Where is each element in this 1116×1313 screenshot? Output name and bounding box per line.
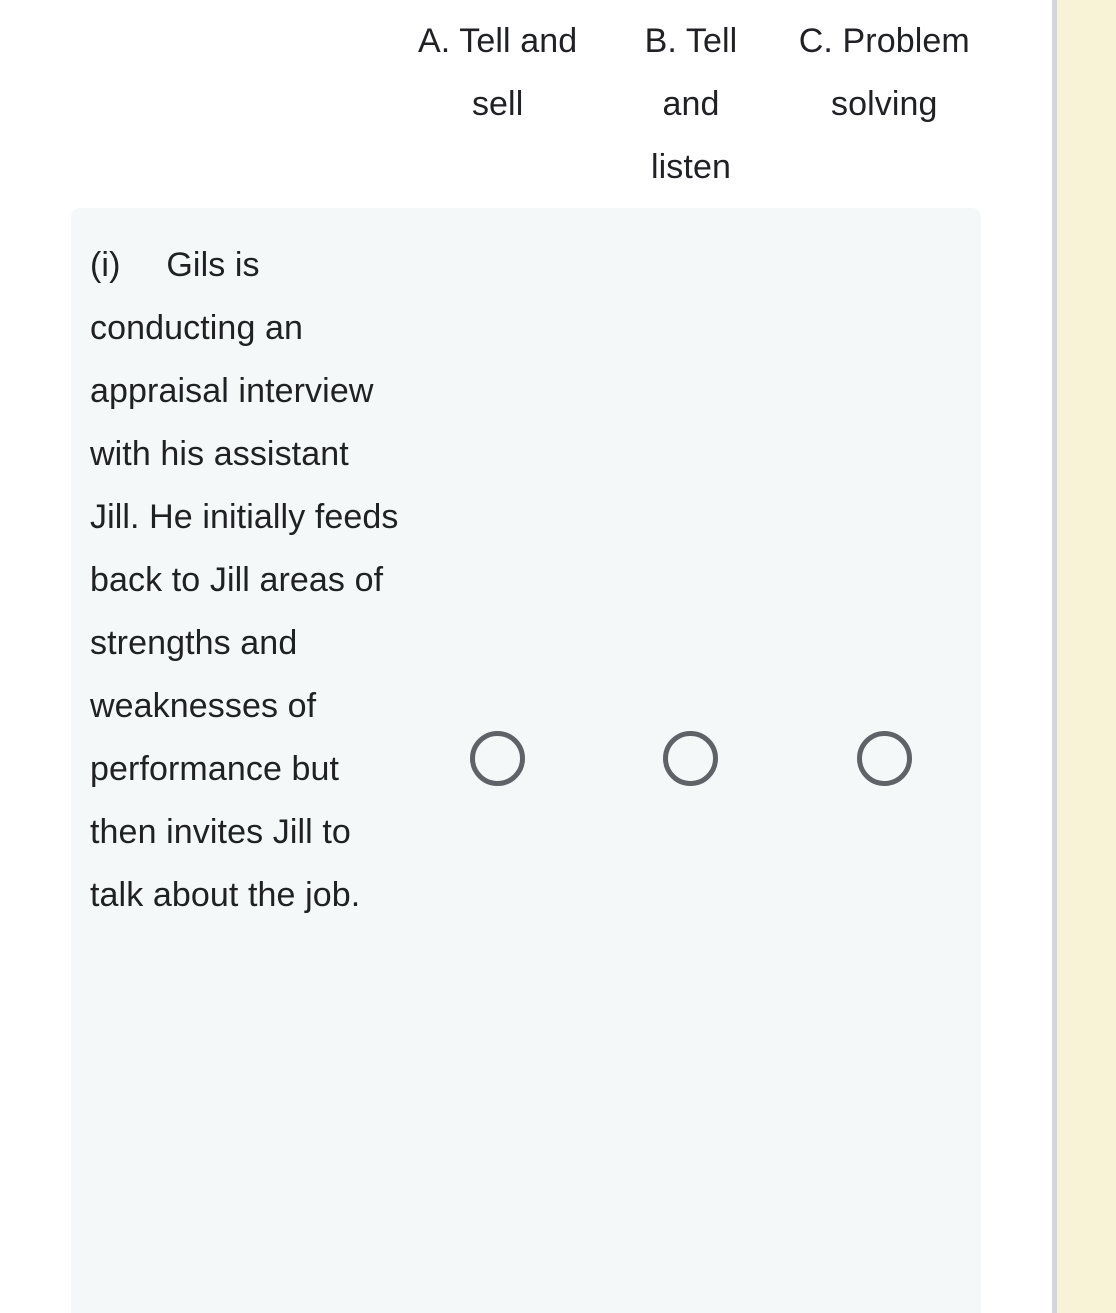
- form-grid-screen: A. Tell and sell B. Tell and listen C. P…: [0, 0, 1116, 1313]
- grid-option-cell-a[interactable]: [401, 208, 594, 1313]
- grid-column-header-c: C. Problem solving: [788, 0, 981, 136]
- grid-option-cell-c[interactable]: [788, 208, 981, 1313]
- column-header-label-b: B. Tell and listen: [644, 22, 738, 186]
- grid-content-area: A. Tell and sell B. Tell and listen C. P…: [0, 0, 1052, 1313]
- radio-button-b[interactable]: [663, 731, 719, 786]
- grid-column-header-row: A. Tell and sell B. Tell and listen C. P…: [71, 0, 981, 208]
- grid-row-i: (i) Gils is conducting an appraisal inte…: [71, 208, 981, 1313]
- grid-option-cell-b[interactable]: [594, 208, 787, 1313]
- grid-column-header-b: B. Tell and listen: [594, 0, 787, 199]
- column-header-label-c: C. Problem solving: [798, 22, 970, 123]
- grid-row-label-text: (i) Gils is conducting an appraisal inte…: [90, 246, 409, 914]
- grid-row-label-cell: (i) Gils is conducting an appraisal inte…: [71, 208, 401, 1313]
- page-edge-band[interactable]: [1057, 0, 1116, 1313]
- radio-button-c[interactable]: [856, 731, 912, 786]
- column-header-label-a: A. Tell and sell: [418, 22, 578, 123]
- radio-button-a[interactable]: [470, 731, 526, 786]
- grid-column-header-a: A. Tell and sell: [401, 0, 594, 136]
